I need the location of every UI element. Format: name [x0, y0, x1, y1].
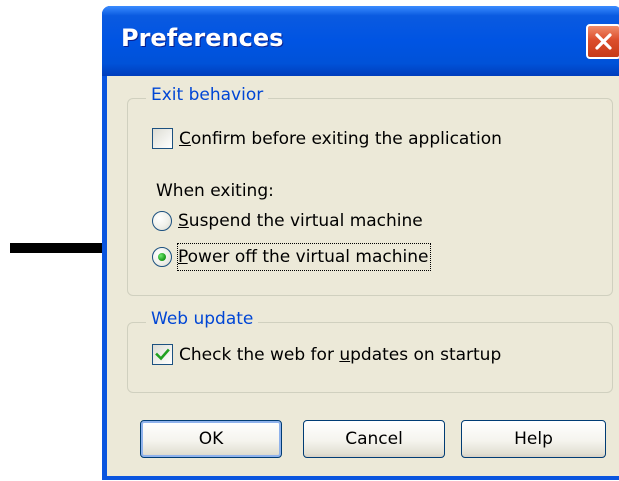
- check-updates-accelerator: u: [339, 345, 351, 365]
- confirm-exit-accelerator: C: [179, 129, 191, 149]
- ok-button[interactable]: OK: [140, 420, 282, 458]
- web-update-legend: Web update: [146, 308, 259, 330]
- suspend-vm-label: Suspend the virtual machine: [178, 208, 423, 234]
- check-updates-label-end: pdates on startup: [350, 345, 502, 365]
- close-icon: [595, 33, 612, 50]
- help-button[interactable]: Help: [461, 420, 606, 458]
- power-off-vm-label: Power off the virtual machine: [176, 243, 432, 271]
- confirm-exit-checkbox[interactable]: [152, 128, 173, 149]
- check-updates-label-text: Check the web for: [179, 345, 340, 365]
- check-updates-option[interactable]: Check the web for updates on startup: [152, 342, 582, 368]
- check-updates-checkbox[interactable]: [152, 344, 173, 365]
- power-off-vm-option[interactable]: Power off the virtual machine: [152, 243, 552, 271]
- radio-selected-dot: [158, 253, 166, 261]
- check-updates-label: Check the web for updates on startup: [179, 342, 501, 368]
- window-title: Preferences: [121, 24, 284, 52]
- suspend-vm-label-text: uspend the virtual machine: [188, 211, 423, 231]
- when-exiting-label: When exiting:: [156, 181, 274, 201]
- dialog-body: Exit behavior Confirm before exiting the…: [107, 76, 619, 476]
- confirm-exit-option[interactable]: Confirm before exiting the application: [152, 126, 572, 152]
- suspend-vm-option[interactable]: Suspend the virtual machine: [152, 208, 552, 234]
- power-off-vm-radio[interactable]: [152, 247, 172, 267]
- suspend-vm-accelerator: S: [178, 211, 189, 231]
- confirm-exit-label-text: onfirm before exiting the application: [190, 129, 502, 149]
- close-button[interactable]: [586, 24, 619, 59]
- confirm-exit-label: Confirm before exiting the application: [179, 126, 502, 152]
- preferences-dialog: Preferences Exit behavior Confirm before…: [102, 6, 619, 480]
- power-off-vm-accelerator: P: [178, 247, 188, 267]
- checkmark-icon: [155, 348, 170, 361]
- screenshot-stage: Preferences Exit behavior Confirm before…: [0, 0, 619, 481]
- exit-behavior-legend: Exit behavior: [146, 84, 269, 106]
- suspend-vm-radio[interactable]: [152, 211, 172, 231]
- power-off-vm-label-text: ower off the virtual machine: [187, 247, 429, 267]
- cancel-button[interactable]: Cancel: [303, 420, 445, 458]
- title-bar: Preferences: [102, 6, 619, 76]
